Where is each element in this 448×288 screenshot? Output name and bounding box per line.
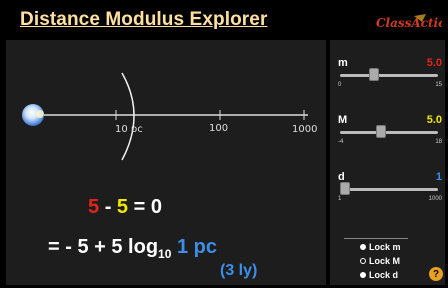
radio-selected-icon — [360, 244, 366, 250]
tick-label-10: 10 pc — [115, 124, 143, 135]
svg-text:ClassAction: ClassAction — [376, 16, 442, 30]
radio-selected-icon — [360, 272, 366, 278]
classaction-logo: ClassAction — [374, 12, 448, 34]
absolute-magnitude-value: 5 — [116, 196, 129, 218]
distance-pc-value: 1 pc — [176, 236, 217, 258]
slider-d[interactable]: d 1 1 1000 — [338, 171, 442, 215]
title-bar: Distance Modulus Explorer ClassAction — [0, 0, 448, 40]
lock-M-radio[interactable]: Lock M — [360, 256, 400, 266]
apparent-magnitude-value: 5 — [88, 196, 100, 218]
classaction-logo-mark: ClassAction — [376, 14, 448, 30]
lock-m-radio[interactable]: Lock m — [360, 242, 401, 252]
lock-d-radio[interactable]: Lock d — [360, 270, 398, 280]
tick-label-100: 100 — [209, 123, 229, 134]
slider-thumb[interactable] — [376, 125, 387, 138]
tick-label-1000: 1000 — [292, 124, 318, 135]
distance-modulus-equation: 5 - 5 = 0 — [88, 196, 162, 218]
slider-M[interactable]: M 5.0 -4 18 — [338, 114, 442, 158]
slider-track[interactable] — [340, 74, 438, 77]
log-distance-equation: = - 5 + 5 log10 1 pc — [48, 236, 217, 261]
help-icon[interactable]: ? — [429, 267, 443, 281]
app-title: Distance Modulus Explorer — [20, 9, 268, 30]
light-wavefront-arc — [121, 72, 135, 161]
slider-m[interactable]: m 5.0 0 15 — [338, 57, 442, 101]
distance-ly-value: (3 ly) — [220, 262, 258, 279]
slider-thumb[interactable] — [340, 182, 350, 195]
slider-track[interactable] — [340, 131, 438, 134]
divider — [344, 238, 408, 239]
slider-track[interactable] — [340, 188, 438, 191]
radio-unselected-icon — [360, 258, 366, 264]
slider-thumb[interactable] — [369, 68, 380, 81]
